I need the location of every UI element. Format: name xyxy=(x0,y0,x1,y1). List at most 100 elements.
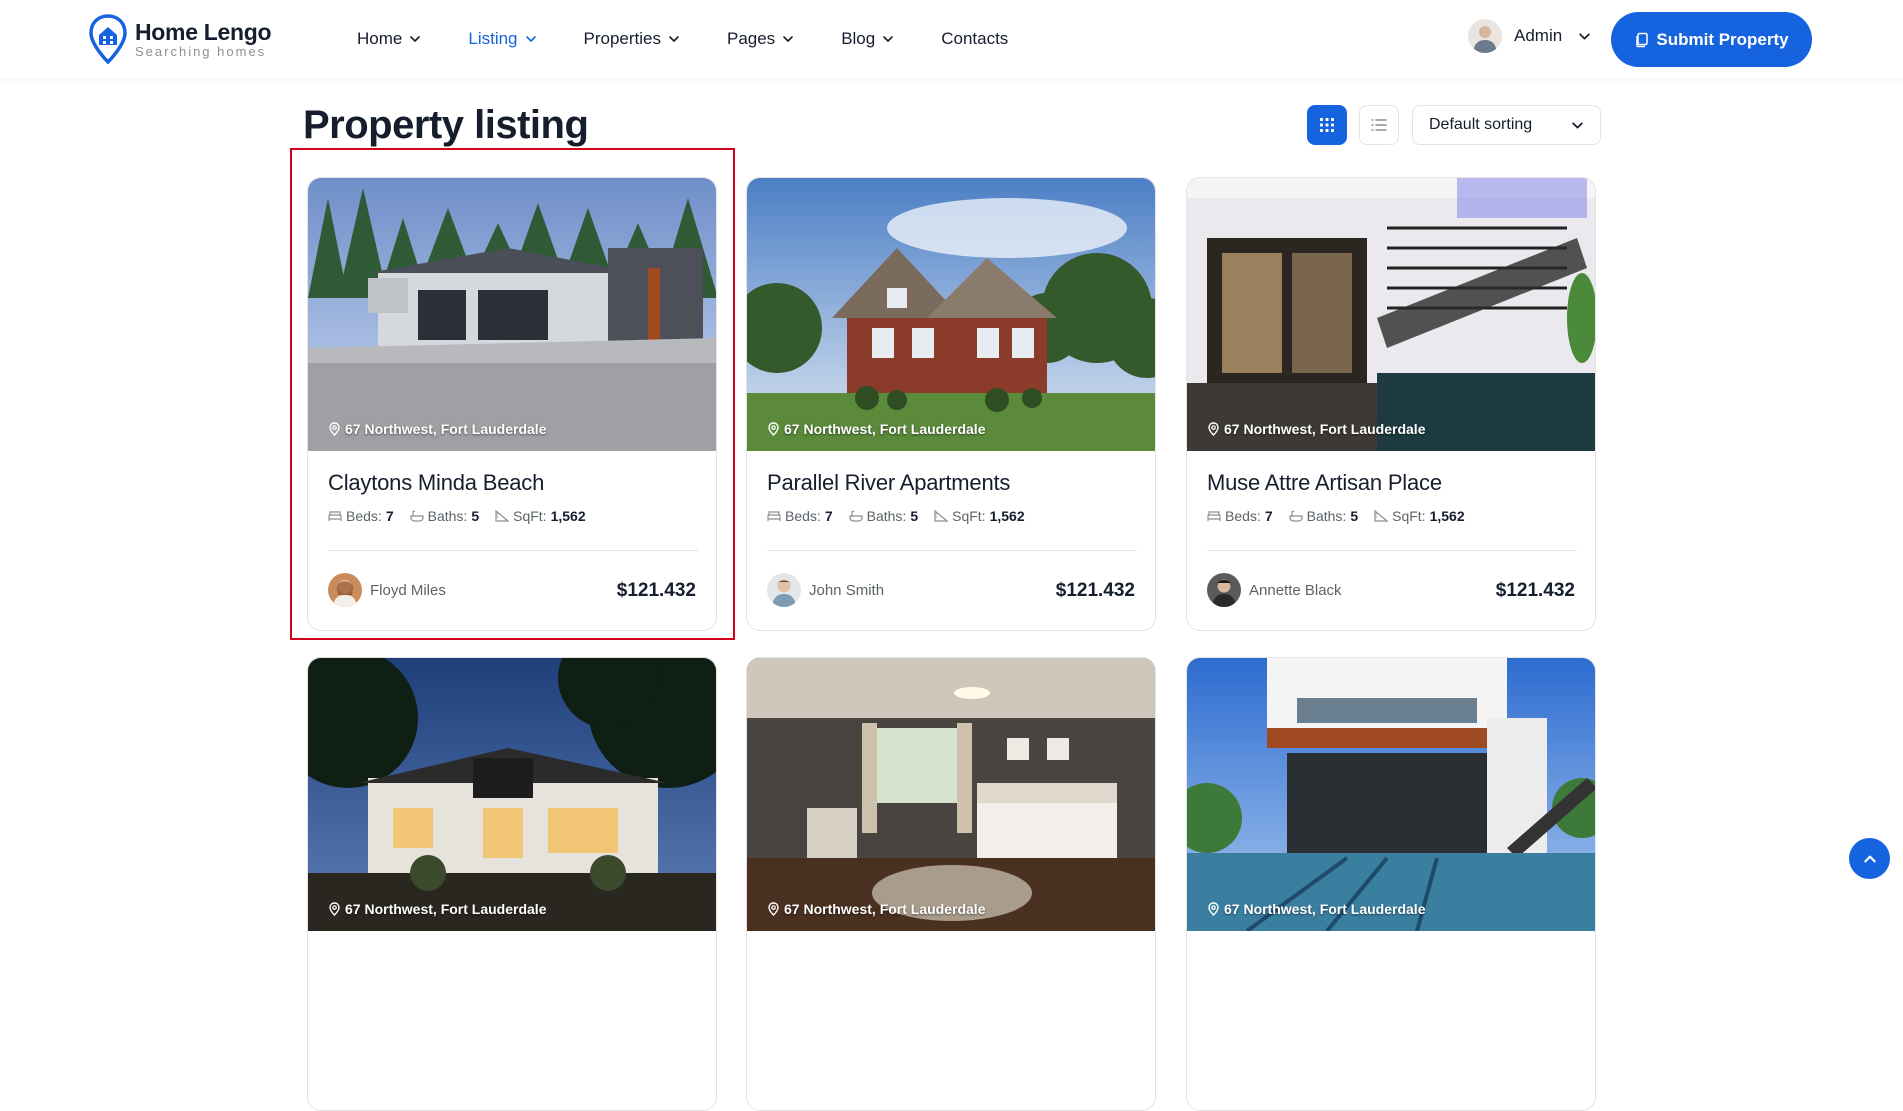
map-pin-icon xyxy=(1207,422,1220,436)
property-price: $121.432 xyxy=(1055,580,1135,601)
property-card[interactable]: 67 Northwest, Fort Lauderdale xyxy=(746,657,1156,1111)
property-title[interactable]: Muse Attre Artisan Place xyxy=(1207,470,1442,496)
page-title: Property listing xyxy=(303,103,589,147)
agent-name: Annette Black xyxy=(1249,581,1342,599)
nav-label: Blog xyxy=(841,29,876,48)
sqft-info: SqFt: 1,562 xyxy=(934,508,1025,524)
property-location: 67 Northwest, Fort Lauderdale xyxy=(328,421,546,437)
divider xyxy=(767,550,1137,551)
property-meta: Beds: 7 Baths: 5 SqFt: 1,562 xyxy=(328,508,602,524)
chevron-down-icon xyxy=(668,33,680,45)
property-card[interactable]: 67 Northwest, Fort Lauderdale Parallel R… xyxy=(746,177,1156,631)
nav-blog[interactable]: Blog xyxy=(841,27,894,51)
ruler-icon xyxy=(934,510,948,522)
user-avatar xyxy=(1468,19,1502,53)
property-price: $121.432 xyxy=(616,580,696,601)
property-card[interactable]: 67 Northwest, Fort Lauderdale Muse Attre… xyxy=(1186,177,1596,631)
ruler-icon xyxy=(1374,510,1388,522)
property-image[interactable]: 67 Northwest, Fort Lauderdale xyxy=(747,178,1155,451)
property-location: 67 Northwest, Fort Lauderdale xyxy=(1207,901,1425,917)
property-location: 67 Northwest, Fort Lauderdale xyxy=(1207,421,1425,437)
bed-icon xyxy=(767,510,781,522)
property-meta: Beds: 7 Baths: 5 SqFt: 1,562 xyxy=(767,508,1041,524)
nav-label: Listing xyxy=(468,29,518,48)
logo-house-pin-icon xyxy=(89,14,127,64)
sort-selected-value: Default sorting xyxy=(1429,116,1533,133)
map-pin-icon xyxy=(328,422,341,436)
ruler-icon xyxy=(495,510,509,522)
property-image[interactable]: 67 Northwest, Fort Lauderdale xyxy=(747,658,1155,931)
chevron-down-icon xyxy=(782,33,794,45)
bathtub-icon xyxy=(849,510,863,522)
user-name: Admin xyxy=(1514,26,1563,45)
property-image[interactable]: 67 Northwest, Fort Lauderdale xyxy=(308,658,716,931)
agent[interactable]: John Smith xyxy=(767,573,884,607)
user-menu[interactable]: Admin xyxy=(1468,19,1591,53)
map-pin-icon xyxy=(767,902,780,916)
agent-name: Floyd Miles xyxy=(370,581,446,599)
brand-name: Home Lengo xyxy=(135,19,272,45)
grid-icon xyxy=(1320,118,1334,132)
nav-label: Home xyxy=(357,29,403,48)
map-pin-icon xyxy=(1207,902,1220,916)
beds-info: Beds: 7 xyxy=(767,508,833,524)
property-card[interactable]: 67 Northwest, Fort Lauderdale xyxy=(307,657,717,1111)
list-icon xyxy=(1371,119,1387,131)
list-view-button[interactable] xyxy=(1359,105,1399,145)
sqft-info: SqFt: 1,562 xyxy=(495,508,586,524)
property-location: 67 Northwest, Fort Lauderdale xyxy=(767,421,985,437)
bed-icon xyxy=(328,510,342,522)
property-price: $121.432 xyxy=(1495,580,1575,601)
agent-avatar xyxy=(767,573,801,607)
chevron-down-icon xyxy=(1571,119,1584,132)
main-nav: Home Listing Properties Pages Blog Conta… xyxy=(357,27,1055,51)
baths-info: Baths: 5 xyxy=(1289,508,1358,524)
agent-avatar xyxy=(1207,573,1241,607)
nav-label: Properties xyxy=(583,29,661,48)
nav-listing[interactable]: Listing xyxy=(468,27,536,51)
chevron-down-icon xyxy=(1578,30,1591,43)
chevron-down-icon xyxy=(525,33,537,45)
property-card[interactable]: 67 Northwest, Fort Lauderdale xyxy=(1186,657,1596,1111)
logo[interactable]: Home Lengo Searching homes xyxy=(89,14,272,64)
brand-tagline: Searching homes xyxy=(135,44,267,59)
site-header: Home Lengo Searching homes Home Listing … xyxy=(0,0,1903,78)
nav-properties[interactable]: Properties xyxy=(584,27,680,51)
baths-info: Baths: 5 xyxy=(410,508,479,524)
property-location: 67 Northwest, Fort Lauderdale xyxy=(328,901,546,917)
grid-view-button[interactable] xyxy=(1307,105,1347,145)
bed-icon xyxy=(1207,510,1221,522)
bathtub-icon xyxy=(1289,510,1303,522)
divider xyxy=(1207,550,1577,551)
nav-label: Contacts xyxy=(941,29,1009,48)
chevron-down-icon xyxy=(409,33,421,45)
map-pin-icon xyxy=(767,422,780,436)
divider xyxy=(328,550,698,551)
agent-avatar xyxy=(328,573,362,607)
baths-info: Baths: 5 xyxy=(849,508,918,524)
sqft-info: SqFt: 1,562 xyxy=(1374,508,1465,524)
nav-pages[interactable]: Pages xyxy=(727,27,794,51)
property-image[interactable]: 67 Northwest, Fort Lauderdale xyxy=(308,178,716,451)
chevron-up-icon xyxy=(1863,855,1876,862)
property-meta: Beds: 7 Baths: 5 SqFt: 1,562 xyxy=(1207,508,1481,524)
submit-property-button[interactable]: Submit Property xyxy=(1611,12,1812,67)
submit-property-label: Submit Property xyxy=(1656,29,1789,49)
property-card[interactable]: 67 Northwest, Fort Lauderdale Claytons M… xyxy=(307,177,717,631)
agent[interactable]: Annette Black xyxy=(1207,573,1342,607)
document-copy-icon xyxy=(1636,32,1649,47)
sort-select[interactable]: Default sorting xyxy=(1412,105,1601,145)
scroll-to-top-button[interactable] xyxy=(1849,838,1890,879)
property-title[interactable]: Parallel River Apartments xyxy=(767,470,1010,496)
property-title[interactable]: Claytons Minda Beach xyxy=(328,470,544,496)
bathtub-icon xyxy=(410,510,424,522)
beds-info: Beds: 7 xyxy=(328,508,394,524)
property-image[interactable]: 67 Northwest, Fort Lauderdale xyxy=(1187,178,1595,451)
beds-info: Beds: 7 xyxy=(1207,508,1273,524)
map-pin-icon xyxy=(328,902,341,916)
property-image[interactable]: 67 Northwest, Fort Lauderdale xyxy=(1187,658,1595,931)
nav-home[interactable]: Home xyxy=(357,27,421,51)
agent[interactable]: Floyd Miles xyxy=(328,573,446,607)
chevron-down-icon xyxy=(882,33,894,45)
nav-contacts[interactable]: Contacts xyxy=(941,27,1008,51)
